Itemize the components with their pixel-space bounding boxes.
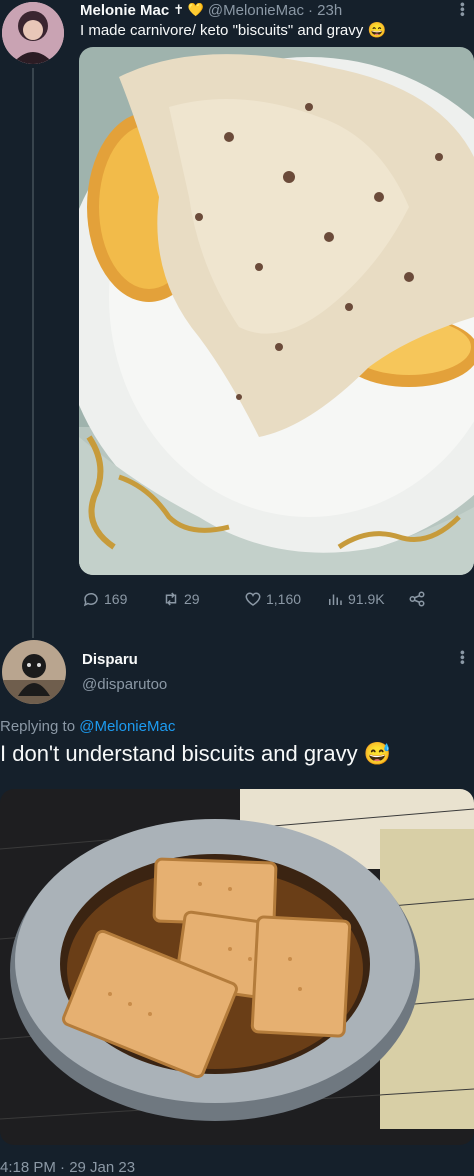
badges: ✝ 💛 [173, 2, 204, 17]
retweet-count: 29 [184, 591, 200, 607]
tweet-text: I made carnivore/ keto "biscuits" and gr… [80, 22, 387, 39]
retweet-button[interactable]: 29 [162, 590, 200, 608]
author-handle[interactable]: @MelonieMac [208, 2, 304, 19]
heart-icon [245, 592, 261, 606]
more-options-icon[interactable]: ••• [455, 650, 471, 665]
more-options-icon[interactable]: ••• [455, 2, 471, 17]
reply-button[interactable]: 169 [82, 590, 127, 608]
food-photo-icon [79, 47, 474, 575]
reply-count: 169 [104, 591, 128, 607]
like-button[interactable]: 1,160 [244, 590, 301, 608]
replying-to-link[interactable]: @MelonieMac [79, 718, 175, 735]
avatar[interactable] [2, 640, 66, 704]
tweet-timestamp[interactable]: 4:18 PM · 29 Jan 23 [0, 1159, 135, 1176]
retweet-icon [165, 592, 177, 606]
share-button[interactable] [408, 590, 426, 608]
share-icon [409, 591, 425, 607]
avatar-figure-icon [2, 640, 66, 704]
like-count: 1,160 [266, 591, 302, 607]
view-count: 91.9K [348, 591, 385, 607]
avatar-portrait-icon [2, 2, 64, 64]
biscuits-bowl-photo-icon [0, 789, 474, 1145]
analytics-icon [329, 594, 342, 605]
author-name[interactable]: Melonie Mac [80, 2, 169, 19]
author-name[interactable]: Disparu [82, 651, 138, 668]
tweet-image[interactable] [0, 789, 474, 1145]
tweet-image[interactable] [79, 47, 474, 575]
author-handle[interactable]: @disparutoo [82, 676, 167, 693]
avatar[interactable] [2, 2, 64, 64]
tweet-text: I don't understand biscuits and gravy 😅 [0, 741, 392, 766]
tweet-time[interactable]: · 23h [308, 2, 342, 19]
reply-icon [83, 592, 98, 607]
thread-connector [32, 68, 34, 638]
views-button[interactable]: 91.9K [326, 590, 385, 608]
replying-prefix: Replying to [0, 718, 76, 735]
